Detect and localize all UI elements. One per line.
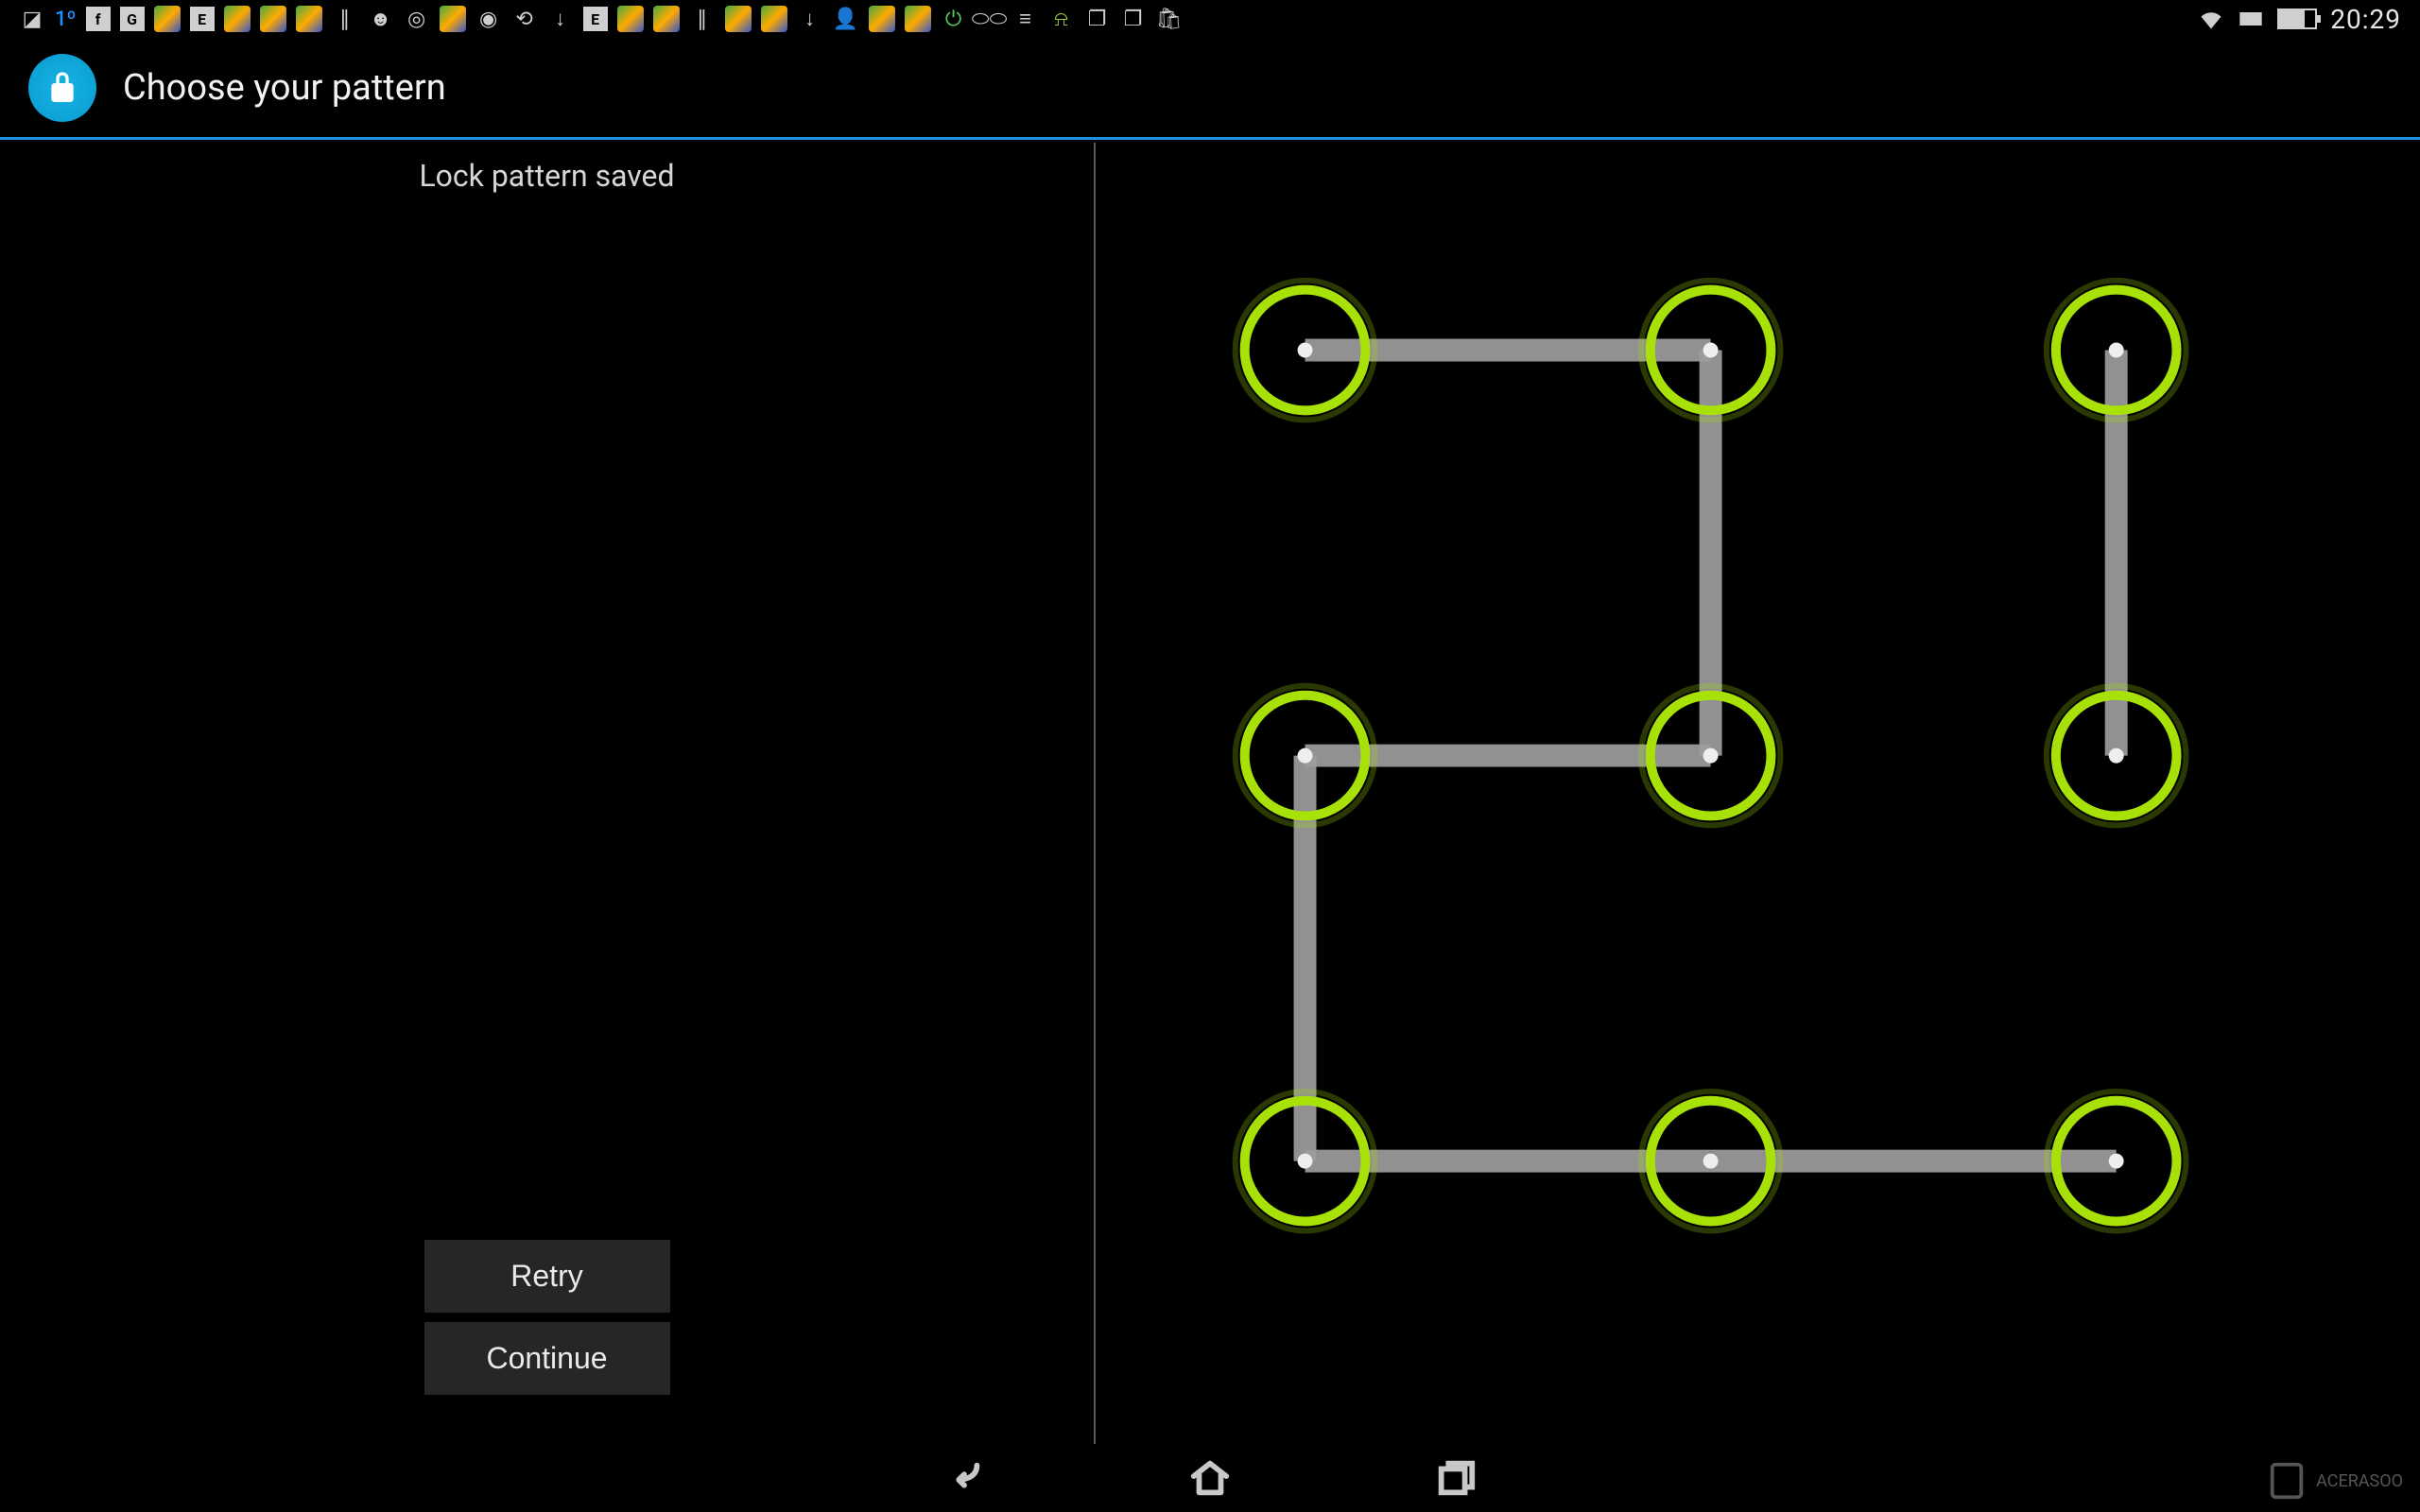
action-buttons: Retry Continue xyxy=(424,1240,670,1395)
app-notification-icon xyxy=(260,6,286,32)
app-notification-icon xyxy=(440,6,466,32)
battery-icon xyxy=(2277,9,2317,29)
recent-apps-button[interactable] xyxy=(1427,1450,1484,1506)
nav-icon: ⟲ xyxy=(511,6,538,32)
android-nav-bar: ACERASOO xyxy=(0,1444,2420,1512)
left-panel: Lock pattern saved Retry Continue xyxy=(0,143,1096,1444)
app-notification-icon xyxy=(905,6,931,32)
lock-app-icon xyxy=(28,54,96,122)
retry-button[interactable]: Retry xyxy=(424,1240,670,1313)
content-area: Lock pattern saved Retry Continue xyxy=(0,143,2420,1444)
continue-button[interactable]: Continue xyxy=(424,1322,670,1395)
picture-icon: ◪ xyxy=(19,6,45,32)
store-icon: 🛍 xyxy=(1156,6,1183,32)
app-notification-icon xyxy=(761,6,787,32)
status-clock: 20:29 xyxy=(2330,4,2401,35)
letter-icon: E xyxy=(583,7,608,31)
pattern-grid-panel[interactable] xyxy=(1096,143,2420,1444)
status-bar-left: ◪ 1º f G E ∥ ☻ ◎ ◉ ⟲ ↓ E ∥ ↓ 👤 ⏻ ⬭⬭ ≡ ⍾ … xyxy=(19,6,1183,32)
app-bar: Choose your pattern xyxy=(0,38,2420,140)
home-button[interactable] xyxy=(1182,1450,1238,1506)
wifi-icon xyxy=(2198,6,2224,32)
android-icon: ⍾ xyxy=(1048,6,1075,32)
power-icon: ⏻ xyxy=(941,6,967,32)
app-notification-icon xyxy=(154,6,181,32)
app-notification-icon xyxy=(653,6,680,32)
app-icon: ◎ xyxy=(404,6,430,32)
goggles-icon: ⬭⬭ xyxy=(977,6,1003,32)
circle-icon: ◉ xyxy=(475,6,502,32)
letter-icon: E xyxy=(190,7,215,31)
app-notification-icon xyxy=(224,6,251,32)
window-icon: ❐ xyxy=(1084,6,1111,32)
pattern-grid[interactable] xyxy=(1096,143,2420,1444)
watermark: ACERASOO xyxy=(2265,1459,2403,1503)
pattern-status-text: Lock pattern saved xyxy=(419,158,674,194)
back-button[interactable] xyxy=(936,1450,993,1506)
window-icon: ❐ xyxy=(1120,6,1147,32)
app-notification-icon xyxy=(296,6,322,32)
keyboard-icon xyxy=(2238,6,2264,32)
tray-icon: ≡ xyxy=(1012,6,1039,32)
stripes-icon: ∥ xyxy=(332,6,358,32)
app-notification-icon xyxy=(617,6,644,32)
temperature-indicator: 1º xyxy=(55,8,77,31)
android-status-bar: ◪ 1º f G E ∥ ☻ ◎ ◉ ⟲ ↓ E ∥ ↓ 👤 ⏻ ⬭⬭ ≡ ⍾ … xyxy=(0,0,2420,38)
facebook-icon: f xyxy=(86,7,111,31)
app-notification-icon xyxy=(725,6,752,32)
page-title: Choose your pattern xyxy=(123,67,446,109)
stripes-icon: ∥ xyxy=(689,6,716,32)
status-bar-right: 20:29 xyxy=(2198,4,2401,35)
download-icon: ↓ xyxy=(797,6,823,32)
mask-icon: ☻ xyxy=(368,6,394,32)
app-notification-icon xyxy=(869,6,895,32)
person-icon: 👤 xyxy=(833,6,859,32)
download-icon: ↓ xyxy=(547,6,574,32)
gameloft-icon: G xyxy=(120,7,145,31)
